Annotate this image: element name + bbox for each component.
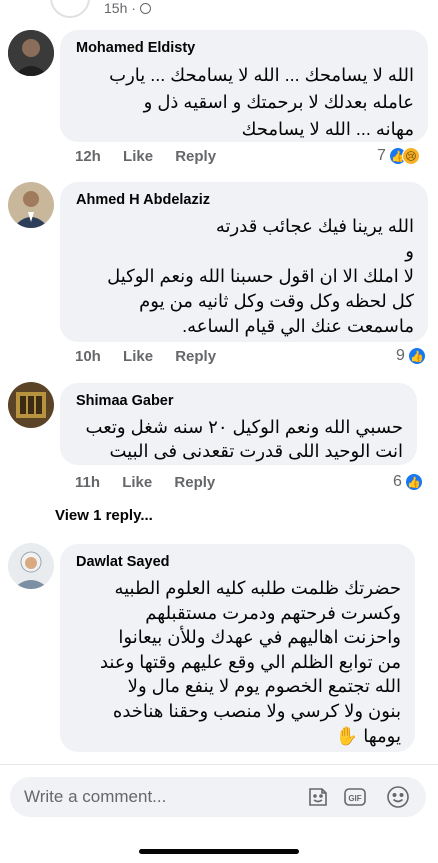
sad-icon: 😢	[402, 147, 420, 165]
comment-input[interactable]: Write a comment... GIF	[10, 777, 426, 817]
comment-bubble[interactable]: Shimaa Gaber حسبي الله ونعم الوكيل ٢٠ سن…	[60, 383, 417, 465]
comment-input-placeholder[interactable]: Write a comment...	[24, 787, 166, 807]
view-replies-link[interactable]: View 1 reply...	[55, 507, 153, 524]
reply-button[interactable]: Reply	[174, 474, 215, 491]
comment-actions: 10h Like Reply	[75, 348, 234, 365]
comment-time: 11h	[75, 474, 101, 491]
comment-actions: 12h Like Reply	[75, 148, 234, 165]
sticker-icon[interactable]	[306, 785, 330, 809]
reply-button[interactable]: Reply	[175, 348, 216, 365]
post-time: 15h ·	[104, 0, 151, 16]
reaction-count[interactable]: 7	[377, 147, 386, 165]
comment-text: الله يرينا فيك عجائب قدرته و لا املك الا…	[107, 216, 414, 336]
reply-button[interactable]: Reply	[175, 148, 216, 165]
avatar[interactable]	[8, 182, 54, 228]
like-icon: 👍	[405, 473, 423, 491]
comment-actions: 11h Like Reply	[75, 474, 233, 491]
avatar[interactable]	[8, 30, 54, 76]
comment-author[interactable]: Shimaa Gaber	[76, 393, 174, 409]
post-header-strip: 15h ·	[0, 0, 438, 20]
comment-bubble[interactable]: Dawlat Sayed حضرتك ظلمت طلبه كليه العلوم…	[60, 544, 415, 752]
comment-time: 12h	[75, 148, 101, 165]
globe-icon	[139, 3, 151, 14]
comment-bubble[interactable]: Mohamed Eldisty الله لا يسامحك ... الله …	[60, 30, 428, 142]
reaction-icons[interactable]: 👍	[405, 473, 423, 491]
like-button[interactable]: Like	[123, 348, 153, 365]
gif-icon[interactable]: GIF	[343, 785, 367, 809]
comment-text: حضرتك ظلمت طلبه كليه العلوم الطبيه وكسرت…	[99, 578, 401, 746]
post-time-text: 15h ·	[104, 0, 140, 16]
reaction-icons[interactable]: 👍	[408, 347, 426, 365]
comment-author[interactable]: Dawlat Sayed	[76, 554, 170, 570]
reaction-count[interactable]: 9	[396, 347, 405, 365]
comment-author[interactable]: Ahmed H Abdelaziz	[76, 192, 210, 208]
emoji-icon[interactable]	[386, 785, 410, 809]
comment-text: حسبي الله ونعم الوكيل ٢٠ سنه شغل وتعب ان…	[85, 417, 403, 461]
like-button[interactable]: Like	[123, 148, 153, 165]
gif-label: GIF	[348, 794, 361, 803]
post-avatar[interactable]	[50, 0, 90, 18]
like-button[interactable]: Like	[122, 474, 152, 491]
reaction-icons[interactable]: 👍 😢	[389, 147, 420, 165]
composer-bar: Write a comment... GIF	[0, 764, 438, 863]
like-icon: 👍	[408, 347, 426, 365]
reaction-count[interactable]: 6	[393, 473, 402, 491]
avatar[interactable]	[8, 382, 54, 428]
comment-time: 10h	[75, 348, 101, 365]
comment-author[interactable]: Mohamed Eldisty	[76, 40, 195, 56]
comment-bubble[interactable]: Ahmed H Abdelaziz الله يرينا فيك عجائب ق…	[60, 182, 428, 342]
comment-text: الله لا يسامحك ... الله لا يسامحك ... يا…	[109, 65, 414, 139]
home-indicator[interactable]	[139, 849, 299, 854]
avatar[interactable]	[8, 543, 54, 589]
